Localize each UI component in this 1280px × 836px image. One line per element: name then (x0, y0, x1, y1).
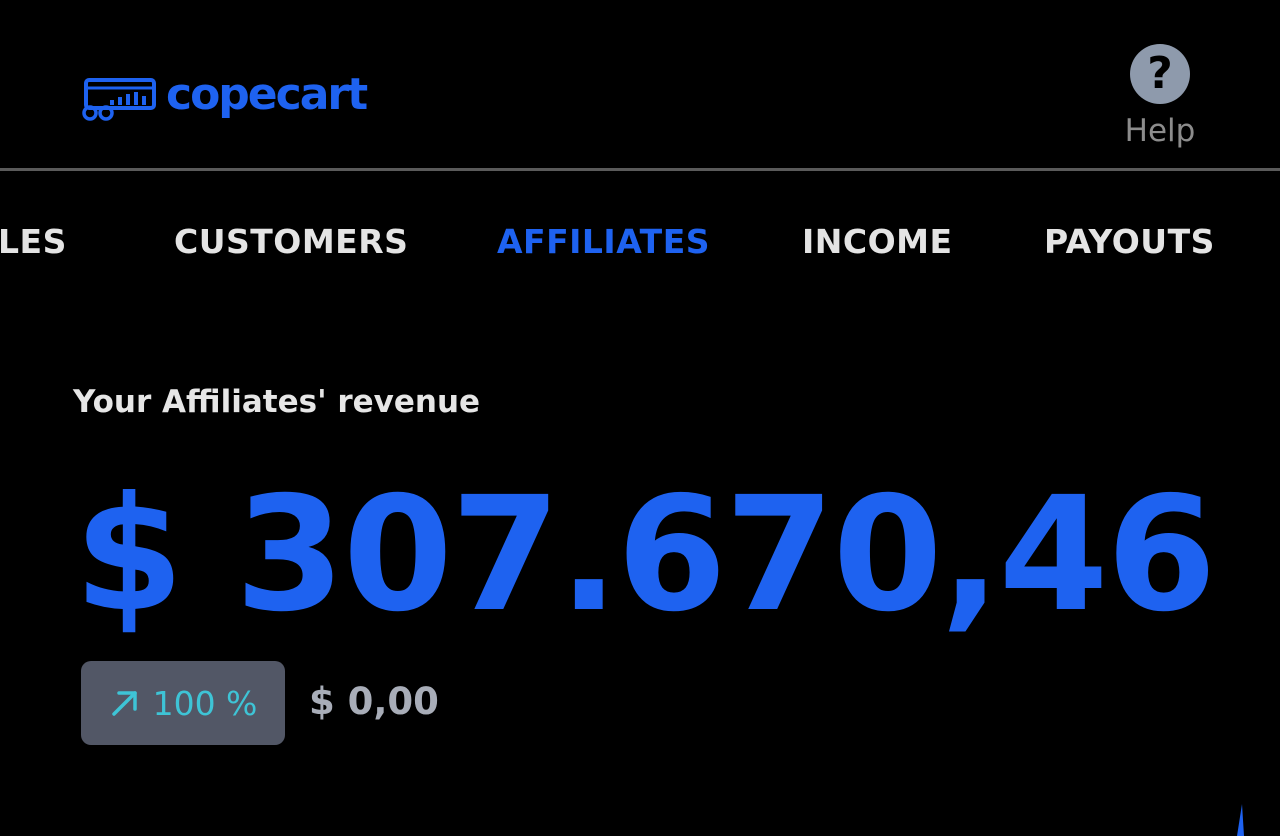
tab-income[interactable]: INCOME (802, 220, 953, 264)
copecart-logo[interactable]: copecart (80, 68, 368, 128)
arrow-up-right-icon (111, 691, 137, 716)
tab-customers[interactable]: CUSTOMERS (174, 220, 408, 264)
tab-payouts[interactable]: PAYOUTS (1044, 220, 1215, 264)
help-label: Help (1124, 113, 1196, 149)
revenue-label: Your Affiliates' revenue (73, 384, 481, 420)
change-badge: 100 % (81, 661, 285, 745)
previous-value: $ 0,00 (309, 680, 439, 723)
help-button[interactable]: ? Help (1118, 44, 1202, 150)
cart-chart-icon (82, 78, 156, 121)
revenue-amount: $ 307.670,46 (74, 463, 1216, 647)
tab-affiliates[interactable]: AFFILIATES (497, 220, 710, 264)
question-circle-icon: ? (1130, 44, 1190, 104)
tab-sales[interactable]: LES (0, 220, 67, 264)
brand-name: copecart (166, 69, 368, 120)
page: copecart ? Help LES CUSTOMERS AFFILIATES… (0, 0, 1280, 836)
header-divider (0, 168, 1280, 171)
chart-line-fragment (1237, 804, 1244, 836)
change-percent: 100 % (152, 683, 258, 723)
